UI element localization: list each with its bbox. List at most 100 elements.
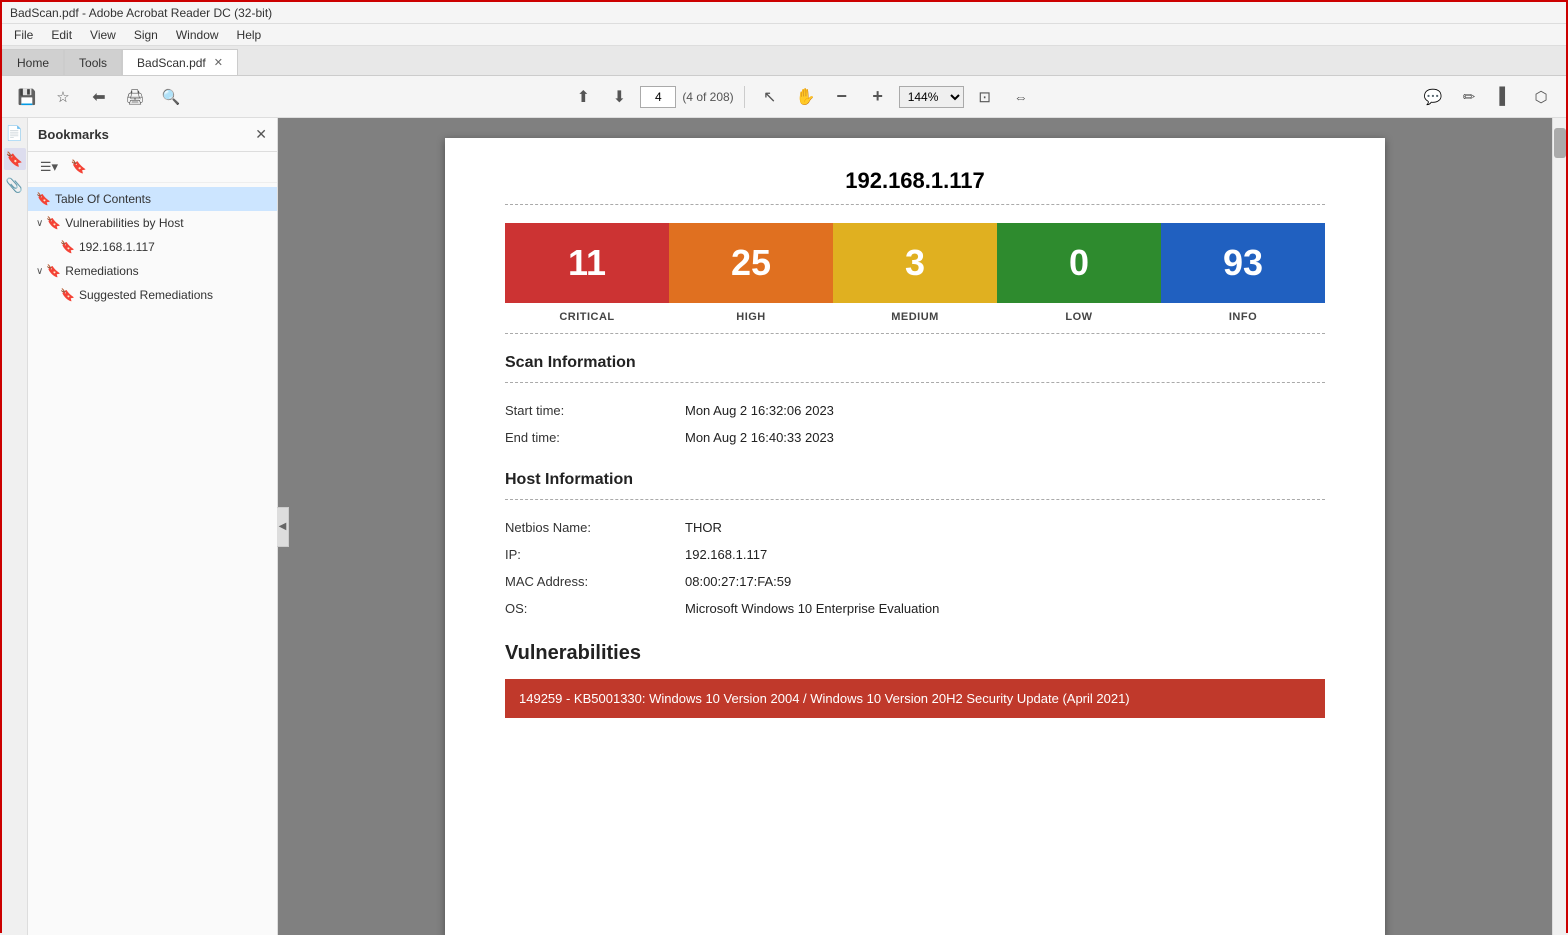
bookmark-icon-vuln: 🔖 [46,216,61,230]
tab-tools[interactable]: Tools [64,49,122,75]
zoom-out-button[interactable]: − [827,83,857,111]
print-button[interactable]: 🖨 [120,83,150,111]
back-button[interactable]: ⬅ [84,83,114,111]
bookmark-item-vuln-by-host[interactable]: ∨ 🔖 Vulnerabilities by Host [28,211,277,235]
menu-window[interactable]: Window [168,26,227,44]
zoom-select[interactable]: 50% 75% 100% 125% 144% 150% 200% [899,86,964,108]
bookmark-label-ip: 192.168.1.117 [79,240,155,254]
menu-view[interactable]: View [82,26,124,44]
severity-bar: 11 25 3 0 93 [505,223,1325,303]
highlight-button[interactable]: ▌ [1490,83,1520,111]
page-down-button[interactable]: ⬇ [604,83,634,111]
hand-tool-button[interactable]: ✋ [791,83,821,111]
menu-help[interactable]: Help [229,26,270,44]
tab-home[interactable]: Home [2,49,64,75]
bookmark-icon-suggested: 🔖 [60,288,75,302]
back-icon: ⬅ [92,87,105,107]
scrollbar-thumb[interactable] [1554,128,1566,158]
os-value: Microsoft Windows 10 Enterprise Evaluati… [685,595,1325,622]
bookmark-item-suggested[interactable]: 🔖 Suggested Remediations [28,283,277,307]
bookmark-item-ip[interactable]: 🔖 192.168.1.117 [28,235,277,259]
table-row: End time: Mon Aug 2 16:40:33 2023 [505,424,1325,451]
scan-info-divider [505,382,1325,383]
table-row: IP: 192.168.1.117 [505,541,1325,568]
severity-low: 0 [997,223,1161,303]
bookmark-panel-icon: 🔖 [6,151,23,168]
vuln-title: Vulnerabilities [505,642,1325,665]
host-title: 192.168.1.117 [505,168,1325,205]
panel-attach-btn[interactable]: 📎 [4,174,26,196]
bookmark-tree: 🔖 Table Of Contents ∨ 🔖 Vulnerabilities … [28,183,277,935]
info-label: INFO [1161,307,1325,323]
page-up-button[interactable]: ⬆ [568,83,598,111]
start-value: Mon Aug 2 16:32:06 2023 [685,397,1325,424]
page-total: (4 of 208) [682,90,733,104]
bookmark-options-btn[interactable]: ☰▾ [36,156,62,178]
highlight-icon: ▌ [1499,88,1510,106]
sidebar-collapse-handle[interactable]: ◀ [277,507,289,547]
attach-icon: 📎 [6,177,23,194]
netbios-label: Netbios Name: [505,514,685,541]
scrollbar[interactable] [1552,118,1566,935]
fit-icon: ⊡ [978,88,991,106]
medium-label: MEDIUM [833,307,997,323]
title-bar: BadScan.pdf - Adobe Acrobat Reader DC (3… [2,2,1566,24]
bookmark-find-btn[interactable]: 🔖 [66,156,92,178]
zoom-in-icon: + [872,86,883,107]
comment-button[interactable]: 💬 [1418,83,1448,111]
menu-edit[interactable]: Edit [43,26,80,44]
severity-critical: 11 [505,223,669,303]
severity-labels: CRITICAL HIGH MEDIUM LOW INFO [505,307,1325,334]
menu-sign[interactable]: Sign [126,26,166,44]
search-button[interactable]: 🔍 [156,83,186,111]
zoom-in-button[interactable]: + [863,83,893,111]
tab-close-icon[interactable]: ✕ [214,56,223,69]
up-arrow-icon: ⬆ [577,87,590,107]
table-row: MAC Address: 08:00:27:17:FA:59 [505,568,1325,595]
bookmark-label-suggested: Suggested Remediations [79,288,213,302]
collapse-rem-icon[interactable]: ∨ [36,266,43,277]
stamp-button[interactable]: ⬡ [1526,83,1556,111]
star-icon: ☆ [56,88,69,106]
medium-count: 3 [905,242,925,284]
sidebar-close-button[interactable]: ✕ [255,126,267,143]
info-count: 93 [1223,242,1263,284]
bookmark-label-rem: Remediations [65,264,138,278]
fit-page-button[interactable]: ⊡ [970,83,1000,111]
cursor-tool-button[interactable]: ↖ [755,83,785,111]
menu-file[interactable]: File [6,26,41,44]
page-number-input[interactable] [640,86,676,108]
toolbar-navigation: ⬆ ⬇ (4 of 208) ↖ ✋ − + 50% 75% 100% 125%… [568,83,1035,111]
severity-medium: 3 [833,223,997,303]
save-button[interactable]: 💾 [12,83,42,111]
scan-info-table: Start time: Mon Aug 2 16:32:06 2023 End … [505,397,1325,451]
sidebar: Bookmarks ✕ ☰▾ 🔖 🔖 Table Of Contents ∨ 🔖… [28,118,278,935]
low-label: LOW [997,307,1161,323]
sidebar-header: Bookmarks ✕ [28,118,277,152]
bookmark-item-remediations[interactable]: ∨ 🔖 Remediations [28,259,277,283]
netbios-value: THOR [685,514,1325,541]
high-count: 25 [731,242,771,284]
comment-icon: 💬 [1424,88,1443,106]
panel-bookmark-btn[interactable]: 🔖 [4,148,26,170]
bookmark-label-vuln: Vulnerabilities by Host [65,216,183,230]
tab-home-label: Home [17,56,49,70]
low-count: 0 [1069,242,1089,284]
pdf-viewer[interactable]: 192.168.1.117 11 25 3 0 93 [278,118,1552,935]
tab-badscan[interactable]: BadScan.pdf ✕ [122,49,238,75]
fit-width-button[interactable]: ⇔ [1006,83,1036,111]
menu-icon: ☰▾ [40,159,58,175]
bookmark-find-icon: 🔖 [71,159,87,175]
mac-label: MAC Address: [505,568,685,595]
save-icon: 💾 [18,88,37,106]
panel-page-btn[interactable]: 📄 [4,122,26,144]
collapse-vuln-icon[interactable]: ∨ [36,218,43,229]
vuln-item-1-text: 149259 - KB5001330: Windows 10 Version 2… [519,691,1130,706]
draw-button[interactable]: ✏ [1454,83,1484,111]
sidebar-toolbar: ☰▾ 🔖 [28,152,277,183]
mac-value: 08:00:27:17:FA:59 [685,568,1325,595]
bookmark-item-toc[interactable]: 🔖 Table Of Contents [28,187,277,211]
critical-count: 11 [568,242,606,284]
host-info-title: Host Information [505,471,1325,489]
favorite-button[interactable]: ☆ [48,83,78,111]
